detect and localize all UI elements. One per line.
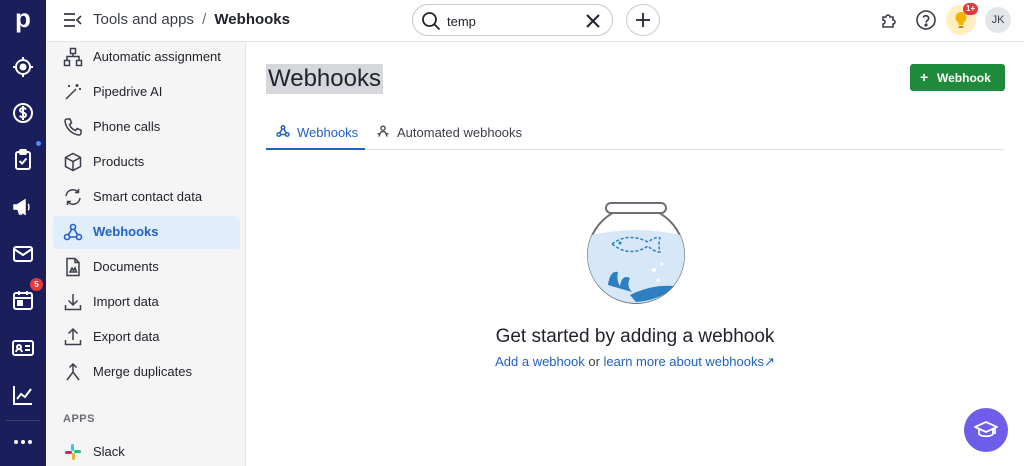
sidebar-item-documents[interactable]: Documents	[53, 251, 240, 284]
mail-icon[interactable]	[11, 242, 35, 266]
sidebar-item-webhooks[interactable]: Webhooks	[53, 216, 240, 249]
breadcrumb-current: Webhooks	[214, 11, 290, 28]
add-webhook-link[interactable]: Add a webhook	[495, 354, 585, 369]
document-icon	[66, 257, 80, 277]
tips-button[interactable]: 1+	[946, 3, 979, 35]
left-rail: p 5	[0, 0, 46, 466]
hierarchy-icon	[63, 47, 83, 67]
clipboard-check-icon[interactable]	[11, 148, 35, 172]
phone-icon	[64, 118, 82, 136]
sidebar-item-export-data[interactable]: Export data	[53, 321, 240, 354]
plus-icon: +	[920, 69, 929, 85]
notification-dot	[36, 141, 41, 146]
sync-icon	[65, 189, 81, 205]
graduation-cap-icon	[974, 421, 998, 438]
pipedrive-logo[interactable]: p	[8, 4, 38, 34]
breadcrumb: Tools and apps / Webhooks	[93, 11, 290, 28]
or-text: or	[584, 354, 604, 369]
fishbowl-illustration	[582, 200, 690, 304]
breadcrumb-separator: /	[202, 11, 207, 28]
settings-sidebar: Automatic assignment Pipedrive AI Phone …	[46, 42, 246, 466]
search-box[interactable]	[412, 4, 613, 36]
sidebar-toggle-icon[interactable]	[63, 11, 83, 29]
upload-icon	[64, 327, 82, 346]
tab-bar: Webhooks Automated webhooks	[266, 120, 1004, 150]
tab-automated-webhooks[interactable]: Automated webhooks	[366, 120, 536, 150]
megaphone-icon[interactable]	[11, 195, 35, 219]
plus-icon	[636, 13, 650, 27]
search-input[interactable]	[447, 12, 577, 30]
calendar-icon[interactable]	[11, 288, 35, 312]
magic-wand-icon	[65, 84, 81, 100]
sidebar-item-pipedrive-ai[interactable]: Pipedrive AI	[53, 76, 240, 109]
robot-webhook-icon	[377, 125, 389, 137]
empty-state-title: Get started by adding a webhook	[495, 326, 775, 347]
page-title: Webhooks	[266, 64, 383, 94]
main-content: Webhooks + Webhook Webhooks Automated we…	[246, 42, 1024, 466]
sidebar-item-import-data[interactable]: Import data	[53, 286, 240, 319]
contact-card-icon[interactable]	[11, 336, 35, 360]
download-icon	[64, 294, 82, 311]
empty-state-links: Add a webhook or learn more about webhoo…	[246, 354, 1024, 370]
slack-icon	[65, 444, 81, 460]
academy-button[interactable]	[964, 408, 1008, 452]
search-icon	[422, 12, 441, 31]
apps-heading: APPS	[63, 413, 95, 425]
more-icon[interactable]	[11, 430, 35, 454]
avatar[interactable]: JK	[985, 7, 1011, 33]
box-icon	[64, 152, 82, 172]
sidebar-item-slack[interactable]: Slack	[53, 436, 240, 466]
puzzle-icon[interactable]	[879, 9, 901, 31]
breadcrumb-parent[interactable]: Tools and apps	[93, 11, 194, 28]
chart-icon[interactable]	[11, 383, 35, 407]
sidebar-item-phone-calls[interactable]: Phone calls	[53, 111, 240, 144]
clear-search-icon[interactable]	[584, 12, 602, 30]
tab-webhooks[interactable]: Webhooks	[266, 120, 365, 150]
webhook-icon	[63, 223, 83, 241]
quick-add-button[interactable]	[626, 4, 660, 36]
help-icon[interactable]	[915, 9, 937, 31]
external-link-icon[interactable]: ↗	[764, 354, 775, 369]
learn-more-link[interactable]: learn more about webhooks	[604, 354, 764, 369]
tips-badge: 1+	[963, 3, 979, 15]
top-bar: Tools and apps / Webhooks 1+ JK	[46, 0, 1024, 42]
sidebar-item-products[interactable]: Products	[53, 146, 240, 179]
rail-divider	[6, 420, 40, 421]
sidebar-item-automatic-assignment[interactable]: Automatic assignment	[53, 41, 240, 74]
merge-icon	[66, 362, 80, 381]
target-icon[interactable]	[11, 55, 35, 79]
calendar-badge: 5	[30, 278, 43, 291]
sidebar-item-merge-duplicates[interactable]: Merge duplicates	[53, 356, 240, 389]
dollar-icon[interactable]	[11, 101, 35, 125]
add-webhook-button[interactable]: + Webhook	[910, 64, 1005, 91]
webhook-icon	[276, 125, 290, 137]
sidebar-item-smart-contact-data[interactable]: Smart contact data	[53, 181, 240, 214]
